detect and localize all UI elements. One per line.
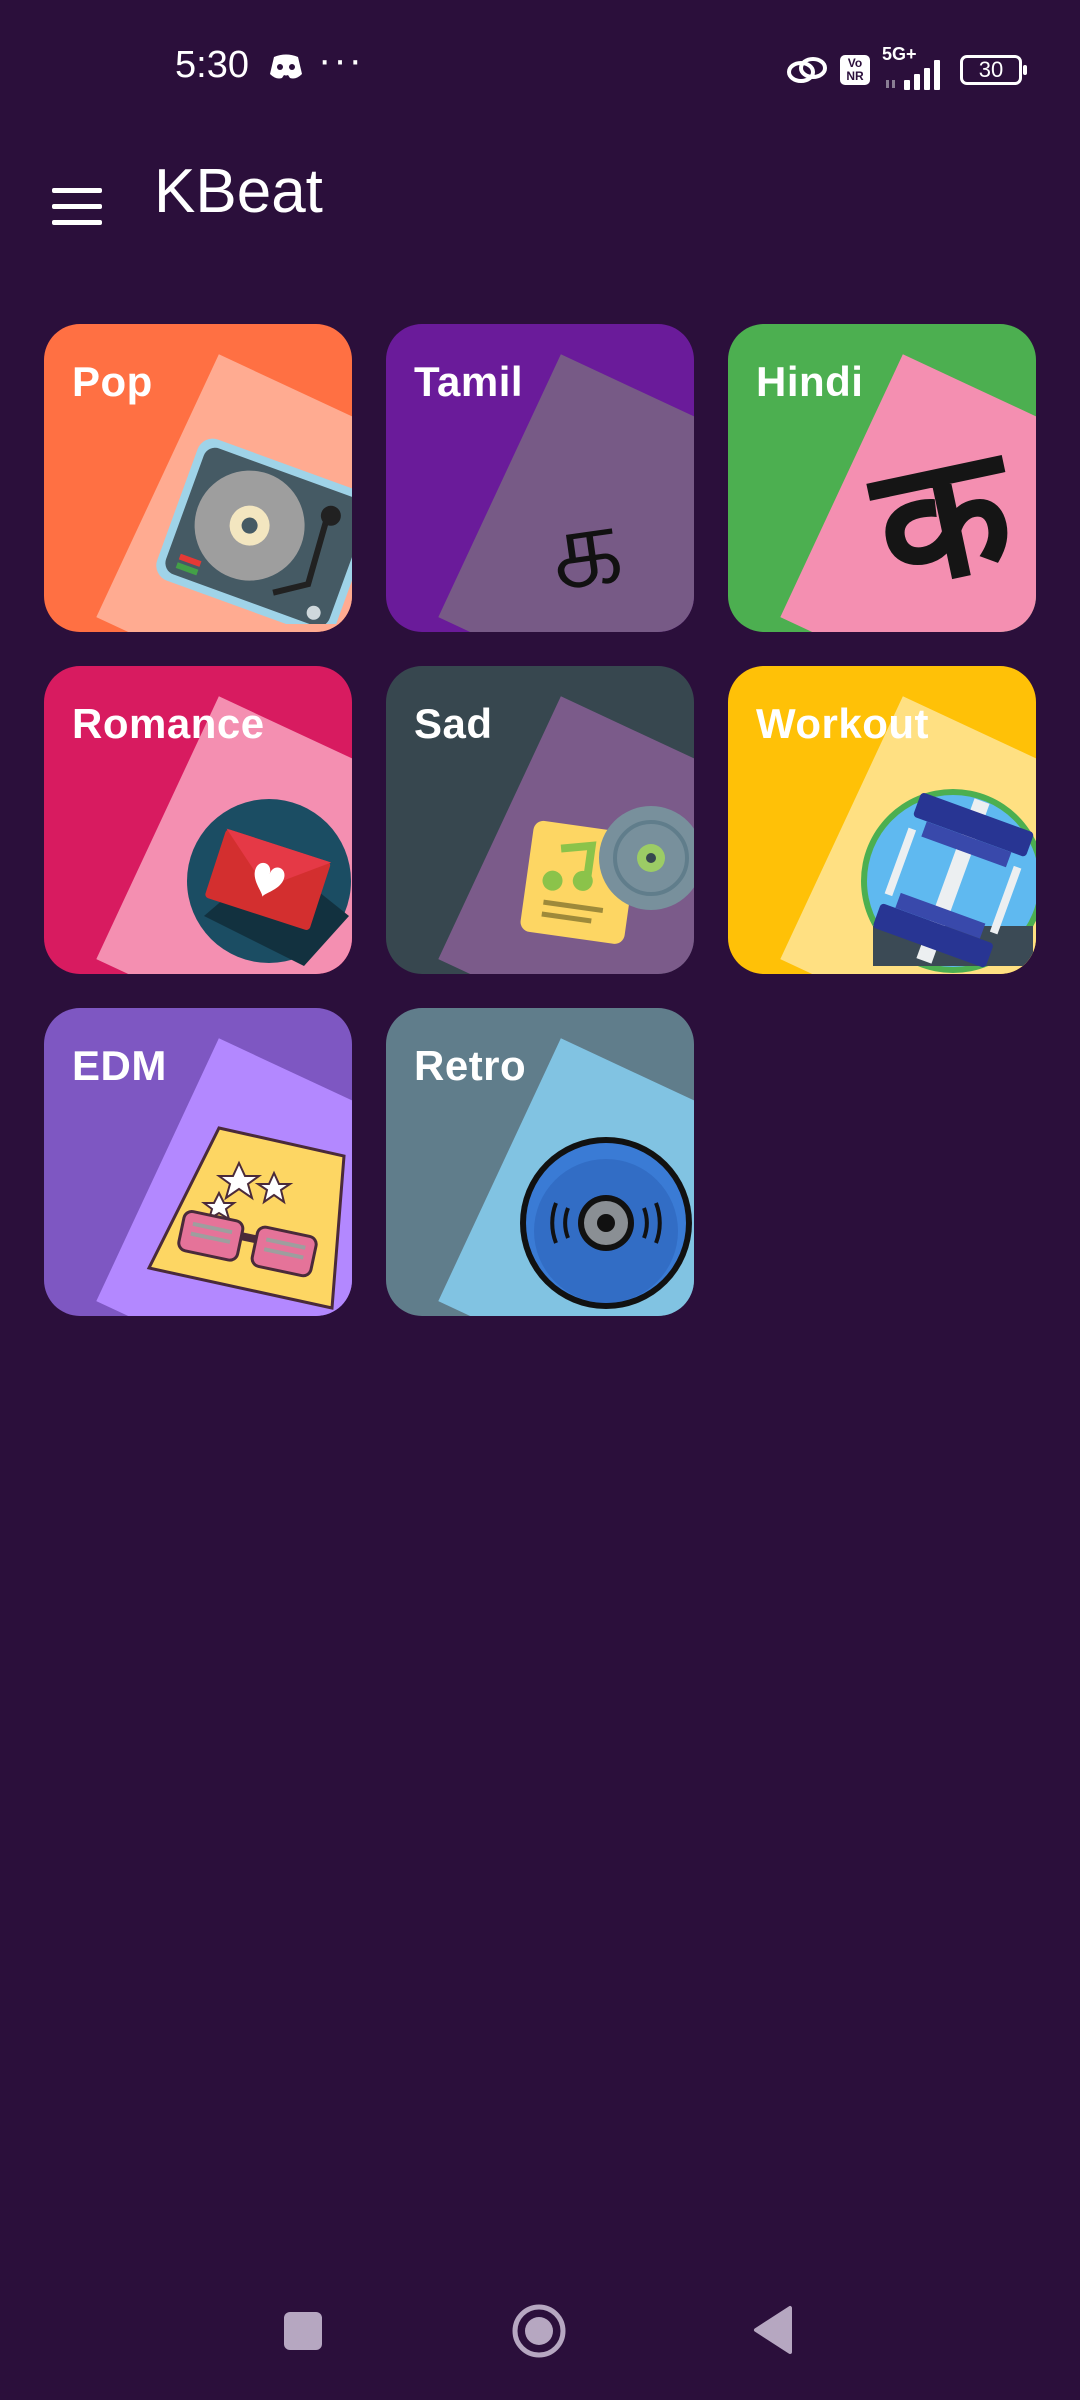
signal-5g-icon: 5G+ (882, 44, 948, 90)
square-recents-icon[interactable] (284, 2312, 322, 2350)
hamburger-menu-icon[interactable] (42, 174, 112, 234)
genre-label: Sad (414, 700, 493, 747)
battery-icon: 30 (960, 55, 1027, 85)
battery-level: 30 (978, 57, 1004, 82)
genre-tile-romance[interactable]: Romance (44, 666, 352, 974)
genre-tile-sad[interactable]: Sad (386, 666, 694, 974)
genre-label: Hindi (756, 358, 864, 405)
discord-icon (270, 54, 302, 79)
page-title: KBeat (154, 157, 323, 226)
party-glasses-icon (146, 1126, 346, 1310)
genre-label: Workout (756, 700, 930, 747)
music-note-vinyl-icon (520, 806, 694, 944)
status-time: 5:30 (175, 44, 249, 86)
vinyl-record-icon (520, 1137, 692, 1309)
genre-tile-workout[interactable]: Workout (728, 666, 1036, 974)
link-icon (787, 57, 827, 83)
genre-label: Retro (414, 1042, 527, 1089)
volte-icon: Vo NR (840, 55, 870, 85)
status-bar: 5:30 ··· Vo NR 5G+ 30 (0, 0, 1080, 140)
triangle-back-icon[interactable] (752, 2304, 794, 2356)
genre-tile-hindi[interactable]: Hindi क (728, 324, 1036, 632)
genre-tile-tamil[interactable]: Tamil க (386, 324, 694, 632)
genre-tile-retro[interactable]: Retro (386, 1008, 694, 1316)
system-nav-bar (0, 2260, 1080, 2400)
dumbbell-icon (861, 789, 1036, 973)
app-bar: KBeat (0, 140, 1080, 250)
genre-tile-pop[interactable]: Pop (44, 324, 352, 632)
more-notifications-icon: ··· (318, 38, 364, 82)
genre-label: Tamil (414, 358, 524, 405)
genre-tile-edm[interactable]: EDM (44, 1008, 352, 1316)
genre-label: Romance (72, 700, 265, 747)
love-letter-icon (187, 799, 351, 966)
genre-label: Pop (72, 358, 153, 405)
status-icons: Vo NR 5G+ 30 (786, 44, 1027, 90)
circle-home-icon[interactable] (512, 2304, 566, 2358)
tamil-letter-icon: க (542, 478, 630, 616)
turntable-icon (156, 438, 352, 624)
genre-label: EDM (72, 1042, 167, 1089)
